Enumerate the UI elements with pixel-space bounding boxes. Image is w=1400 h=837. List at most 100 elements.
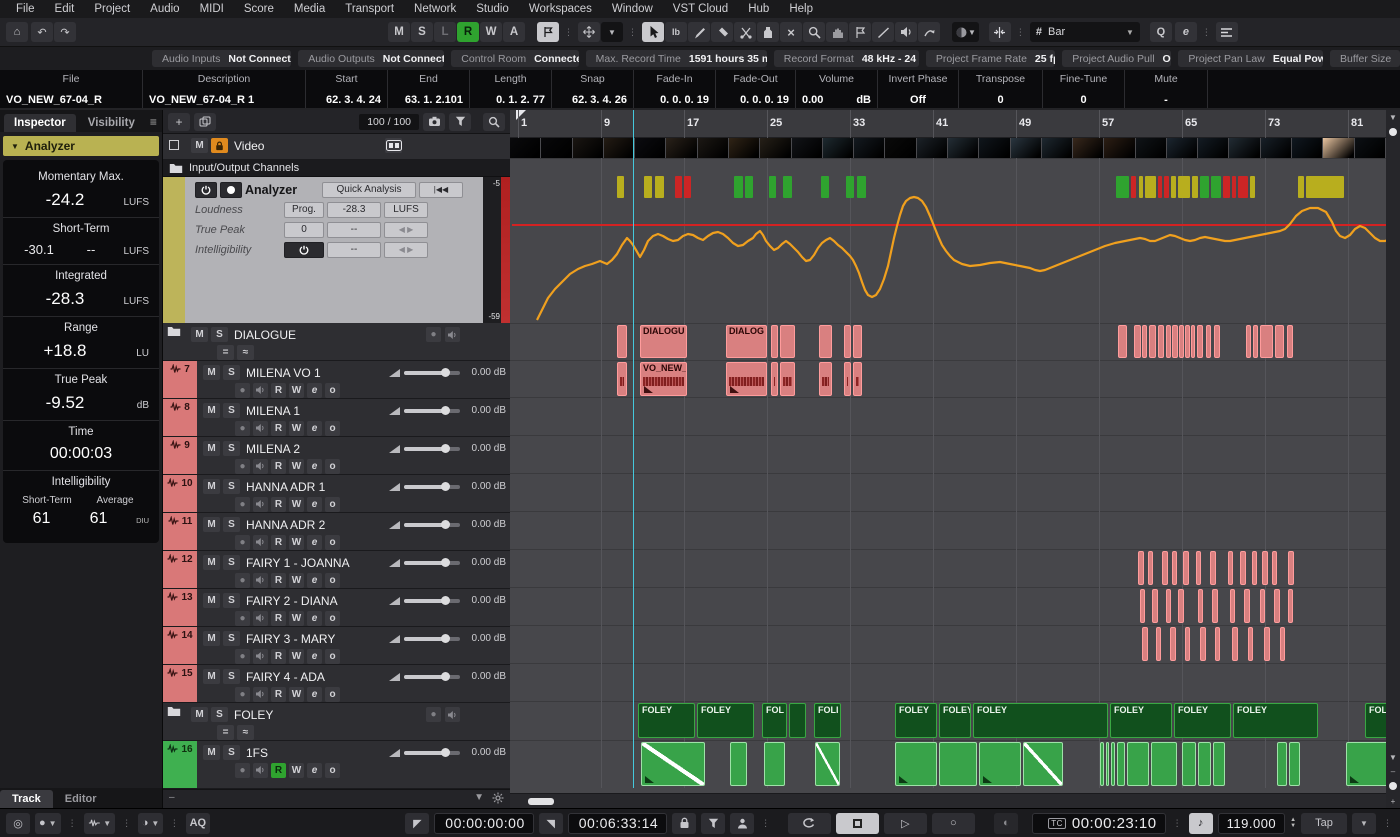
audio-quantize-button[interactable]: AQ: [186, 813, 210, 834]
dialogue-event[interactable]: [1253, 325, 1258, 358]
adr-audio-event[interactable]: [1280, 627, 1285, 661]
track-record-button[interactable]: ●: [235, 611, 250, 626]
track-automation-button[interactable]: o: [325, 687, 340, 702]
separator-dots[interactable]: ⋮: [120, 818, 133, 829]
track-volume-control[interactable]: 0.00 dB: [389, 671, 506, 682]
right-locator-time[interactable]: 00:06:33:14: [568, 813, 667, 834]
analyzer-intensity-block[interactable]: [1250, 176, 1255, 198]
track-solo-button[interactable]: S: [223, 745, 240, 760]
volume-slider[interactable]: [404, 447, 460, 451]
info-field-start[interactable]: Start62. 3. 4. 24: [306, 70, 388, 108]
volume-slider[interactable]: [404, 675, 460, 679]
track-edit-channel-button[interactable]: e: [307, 535, 322, 550]
track-mute-button[interactable]: M: [203, 593, 220, 608]
analyzer-intensity-block[interactable]: [1145, 176, 1156, 198]
analyzer-intensity-block[interactable]: [1200, 176, 1209, 198]
lane-track-8[interactable]: [510, 397, 1400, 435]
foley-audio-event[interactable]: [730, 742, 747, 786]
horizontal-scrollbar[interactable]: [510, 793, 1386, 808]
cycle-button[interactable]: [788, 813, 831, 834]
group-edit-button[interactable]: =: [217, 725, 234, 740]
adr-audio-event[interactable]: [1183, 551, 1189, 585]
track-read-button[interactable]: R: [271, 573, 286, 588]
midi-activity-button[interactable]: ◑▼: [138, 813, 163, 834]
playhead-cursor[interactable]: [633, 110, 634, 788]
track-automation-button[interactable]: o: [325, 497, 340, 512]
track-read-button[interactable]: R: [271, 649, 286, 664]
tab-inspector[interactable]: Inspector: [4, 114, 76, 132]
record-mode-button[interactable]: ●▼: [35, 813, 61, 834]
punch-filter-button[interactable]: [701, 813, 725, 834]
track-record-button[interactable]: ●: [235, 649, 250, 664]
scroll-up-icon[interactable]: ▼: [1386, 110, 1400, 124]
track-edit-channel-button[interactable]: e: [307, 383, 322, 398]
status-max-record-time[interactable]: Max. Record Time1591 hours 35 mins: [586, 50, 767, 67]
adr-audio-event[interactable]: [1262, 551, 1268, 585]
adr-audio-event[interactable]: [1140, 589, 1145, 623]
dialogue-event[interactable]: [1158, 325, 1164, 358]
dialogue-event[interactable]: [780, 325, 795, 358]
track-record-button[interactable]: ●: [235, 459, 250, 474]
foley-audio-event[interactable]: [764, 742, 785, 786]
analyzer-intensity-block[interactable]: [745, 176, 753, 198]
foley-folder-event[interactable]: FOLEY: [697, 703, 754, 738]
adr-audio-event[interactable]: [1248, 627, 1253, 661]
foley-folder-event[interactable]: FOL: [762, 703, 787, 738]
track-monitor-button[interactable]: [253, 535, 268, 550]
foley-audio-event[interactable]: [1182, 742, 1196, 786]
volume-slider[interactable]: [404, 371, 460, 375]
track-solo-button[interactable]: S: [223, 593, 240, 608]
track-row-fairy-2-diana[interactable]: 13MSFAIRY 2 - DIANA0.00 dB●RWeo: [163, 589, 510, 627]
track-edit-channel-button[interactable]: e: [307, 497, 322, 512]
menu-audio[interactable]: Audio: [140, 0, 189, 18]
track-write-button[interactable]: W: [289, 421, 304, 436]
adr-audio-event[interactable]: [1240, 551, 1246, 585]
intelligibility-nav-buttons[interactable]: ◀ ▶: [384, 242, 428, 258]
folder-solo-button[interactable]: S: [211, 327, 228, 342]
adr-audio-event[interactable]: [1228, 551, 1233, 585]
analyzer-intensity-block[interactable]: [1158, 176, 1162, 198]
foley-folder-event[interactable]: [789, 703, 806, 738]
nudge-dropdown[interactable]: ▼: [601, 22, 623, 42]
line-tool[interactable]: [872, 22, 894, 42]
folder-monitor-button[interactable]: [445, 327, 460, 342]
vo-audio-event[interactable]: [819, 362, 832, 396]
left-locator-time[interactable]: 00:00:00:00: [434, 813, 533, 834]
separator-dots[interactable]: ⋮: [1014, 27, 1027, 38]
track-solo-button[interactable]: S: [223, 555, 240, 570]
erase-tool[interactable]: [711, 22, 733, 42]
glue-tool[interactable]: [757, 22, 779, 42]
adr-audio-event[interactable]: [1138, 551, 1144, 585]
foley-audio-event[interactable]: [1106, 742, 1109, 786]
video-thumbnails-toggle[interactable]: [385, 138, 402, 153]
track-visibility-agents-button[interactable]: [423, 113, 445, 131]
track-filter-button[interactable]: [449, 113, 471, 131]
tab-editor[interactable]: Editor: [53, 790, 109, 808]
comp-tool[interactable]: [826, 22, 848, 42]
track-read-button[interactable]: R: [271, 459, 286, 474]
scroll-down-icon[interactable]: ▼: [1386, 750, 1400, 764]
adr-audio-event[interactable]: [1142, 627, 1148, 661]
menu-transport[interactable]: Transport: [335, 0, 404, 18]
analyzer-intensity-block[interactable]: [1164, 176, 1169, 198]
collapse-all-icon[interactable]: –: [169, 792, 175, 803]
true-peak-value[interactable]: --: [327, 222, 381, 238]
timecode-format-badge[interactable]: TC: [1048, 818, 1066, 829]
draw-tool[interactable]: [688, 22, 710, 42]
folder-mute-button[interactable]: M: [191, 327, 208, 342]
lock-punch-button[interactable]: [672, 813, 696, 834]
track-edit-channel-button[interactable]: e: [307, 687, 322, 702]
track-monitor-button[interactable]: [253, 687, 268, 702]
foley-folder-event[interactable]: FOLEY: [1233, 703, 1318, 738]
info-field-fade-out[interactable]: Fade-Out0. 0. 0. 19: [716, 70, 796, 108]
track-read-button[interactable]: R: [271, 535, 286, 550]
intelligibility-power-button[interactable]: [284, 242, 324, 258]
volume-slider[interactable]: [404, 751, 460, 755]
volume-slider[interactable]: [404, 561, 460, 565]
dialogue-event[interactable]: [1149, 325, 1156, 358]
track-volume-control[interactable]: 0.00 dB: [389, 633, 506, 644]
status-buffer-size[interactable]: Buffer Size: [1330, 50, 1400, 67]
info-field-invert-phase[interactable]: Invert PhaseOff: [878, 70, 959, 108]
menu-edit[interactable]: Edit: [45, 0, 85, 18]
adr-audio-event[interactable]: [1264, 627, 1270, 661]
